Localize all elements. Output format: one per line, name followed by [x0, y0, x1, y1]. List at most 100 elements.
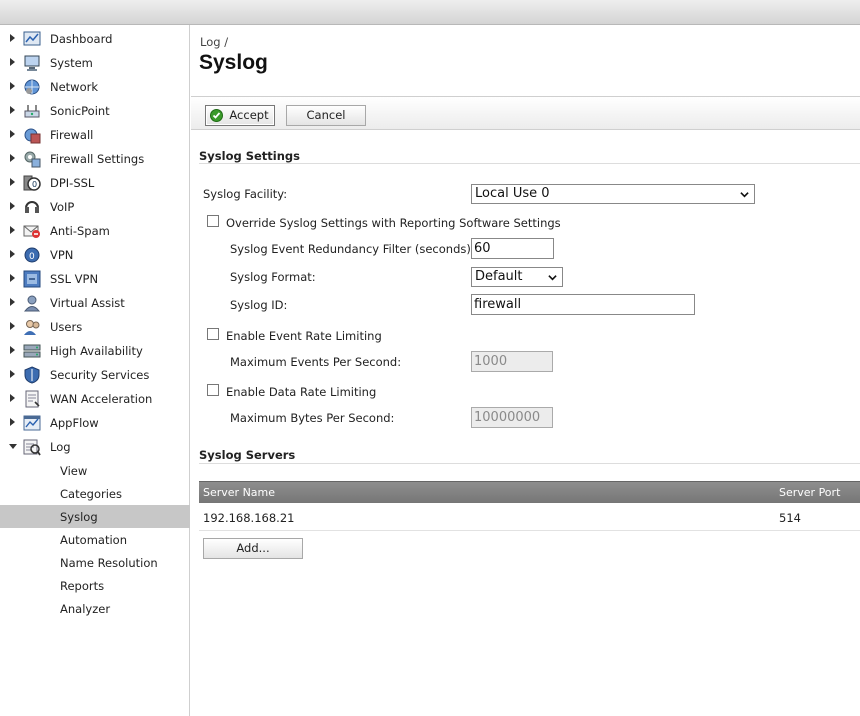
svg-text:0: 0	[32, 180, 37, 189]
expand-arrow-icon[interactable]	[10, 274, 15, 282]
accept-label: Accept	[229, 108, 269, 122]
sidebar-item-label: AppFlow	[50, 416, 99, 430]
svg-text:0: 0	[29, 252, 35, 262]
expand-arrow-icon[interactable]	[10, 322, 15, 330]
firewall-icon	[23, 126, 41, 144]
sidebar-item-firewall-settings[interactable]: Firewall Settings	[0, 147, 190, 171]
breadcrumb[interactable]: Log /	[200, 35, 228, 49]
toolbar: Accept Cancel	[191, 96, 860, 130]
sidebar-item-dashboard[interactable]: Dashboard	[0, 27, 190, 51]
sidebar-item-ssl-vpn[interactable]: SSL VPN	[0, 267, 190, 291]
sidebar-subitem-reports[interactable]: Reports	[0, 574, 190, 597]
syslog-facility-select[interactable]: Local Use 0	[471, 184, 755, 204]
sonicpoint-icon	[23, 102, 41, 120]
sidebar-subitem-syslog[interactable]: Syslog	[0, 505, 190, 528]
expand-arrow-open-icon[interactable]	[9, 444, 17, 449]
vpn-icon: 0	[23, 246, 41, 264]
expand-arrow-icon[interactable]	[10, 154, 15, 162]
sidebar-item-label: Network	[50, 80, 99, 94]
ssl-vpn-icon	[23, 270, 41, 288]
sidebar-item-label: SonicPoint	[50, 104, 110, 118]
sidebar-item-appflow[interactable]: AppFlow	[0, 411, 190, 435]
max-bytes-input[interactable]: 10000000	[471, 407, 553, 428]
expand-arrow-icon[interactable]	[10, 34, 15, 42]
expand-arrow-icon[interactable]	[10, 346, 15, 354]
sidebar-item-label: WAN Acceleration	[50, 392, 153, 406]
sidebar-item-sonicpoint[interactable]: SonicPoint	[0, 99, 190, 123]
sidebar-subitem-view[interactable]: View	[0, 459, 190, 482]
syslog-settings-title: Syslog Settings	[199, 149, 300, 163]
sidebar-item-system[interactable]: System	[0, 51, 190, 75]
syslog-id-input[interactable]: firewall	[471, 294, 695, 315]
sidebar-item-firewall[interactable]: Firewall	[0, 123, 190, 147]
syslog-format-value: Default	[475, 269, 523, 284]
sidebar-item-users[interactable]: Users	[0, 315, 190, 339]
sidebar-item-network[interactable]: Network	[0, 75, 190, 99]
sidebar-subitem-label: Analyzer	[60, 602, 111, 616]
syslog-format-label: Syslog Format:	[230, 270, 316, 284]
sidebar-item-vpn[interactable]: 0 VPN	[0, 243, 190, 267]
accept-button[interactable]: Accept	[205, 105, 275, 126]
sidebar-item-label: Security Services	[50, 368, 150, 382]
expand-arrow-icon[interactable]	[10, 130, 15, 138]
column-header-server-port[interactable]: Server Port	[779, 486, 840, 499]
sidebar-subitem-label: Automation	[60, 533, 127, 547]
sidebar-item-high-availability[interactable]: High Availability	[0, 339, 190, 363]
check-icon	[210, 109, 223, 122]
sidebar-item-virtual-assist[interactable]: Virtual Assist	[0, 291, 190, 315]
cancel-button[interactable]: Cancel	[286, 105, 366, 126]
syslog-servers-title: Syslog Servers	[199, 448, 296, 462]
expand-arrow-icon[interactable]	[10, 298, 15, 306]
sidebar-item-voip[interactable]: VoIP	[0, 195, 190, 219]
sidebar-item-label: DPI-SSL	[50, 176, 95, 190]
divider	[199, 463, 860, 464]
event-rate-checkbox[interactable]	[207, 328, 219, 340]
add-server-button[interactable]: Add...	[203, 538, 303, 559]
sidebar-subitem-label: View	[60, 464, 88, 478]
expand-arrow-icon[interactable]	[10, 370, 15, 378]
expand-arrow-icon[interactable]	[10, 202, 15, 210]
column-header-server-name[interactable]: Server Name	[203, 486, 275, 499]
sidebar-subitem-automation[interactable]: Automation	[0, 528, 190, 551]
servers-table-header: Server Name Server Port	[199, 481, 860, 503]
divider	[199, 163, 860, 164]
log-icon	[23, 438, 41, 456]
override-checkbox[interactable]	[207, 215, 219, 227]
syslog-format-select[interactable]: Default	[471, 267, 563, 287]
table-row[interactable]: 192.168.168.21 514	[199, 503, 860, 531]
users-icon	[23, 318, 41, 336]
redundancy-filter-input[interactable]: 60	[471, 238, 554, 259]
sidebar-item-label: Users	[50, 320, 83, 334]
syslog-facility-label: Syslog Facility:	[203, 187, 288, 201]
sidebar-item-log[interactable]: Log	[0, 435, 190, 459]
sidebar-item-anti-spam[interactable]: Anti-Spam	[0, 219, 190, 243]
sidebar-subitem-analyzer[interactable]: Analyzer	[0, 597, 190, 620]
sidebar-subitem-categories[interactable]: Categories	[0, 482, 190, 505]
sidebar: Dashboard System Network SonicPoint Firewall…	[0, 25, 190, 716]
sidebar-item-wan-acceleration[interactable]: WAN Acceleration	[0, 387, 190, 411]
expand-arrow-icon[interactable]	[10, 250, 15, 258]
server-name-cell: 192.168.168.21	[203, 511, 295, 525]
expand-arrow-icon[interactable]	[10, 394, 15, 402]
sidebar-item-dpi-ssl[interactable]: 0 DPI-SSL	[0, 171, 190, 195]
security-services-icon	[23, 366, 41, 384]
sidebar-subitem-name-resolution[interactable]: Name Resolution	[0, 551, 190, 574]
expand-arrow-icon[interactable]	[10, 82, 15, 90]
chevron-down-icon	[548, 275, 557, 281]
expand-arrow-icon[interactable]	[10, 106, 15, 114]
dashboard-icon	[23, 30, 41, 48]
expand-arrow-icon[interactable]	[10, 226, 15, 234]
top-bar	[0, 0, 860, 25]
expand-arrow-icon[interactable]	[10, 58, 15, 66]
wan-acceleration-icon	[23, 390, 41, 408]
sidebar-item-label: Firewall	[50, 128, 94, 142]
event-rate-label: Enable Event Rate Limiting	[226, 329, 382, 343]
sidebar-item-label: Dashboard	[50, 32, 113, 46]
sidebar-item-label: SSL VPN	[50, 272, 99, 286]
sidebar-item-security-services[interactable]: Security Services	[0, 363, 190, 387]
expand-arrow-icon[interactable]	[10, 418, 15, 426]
max-events-input[interactable]: 1000	[471, 351, 553, 372]
sidebar-item-label: Anti-Spam	[50, 224, 110, 238]
data-rate-checkbox[interactable]	[207, 384, 219, 396]
expand-arrow-icon[interactable]	[10, 178, 15, 186]
